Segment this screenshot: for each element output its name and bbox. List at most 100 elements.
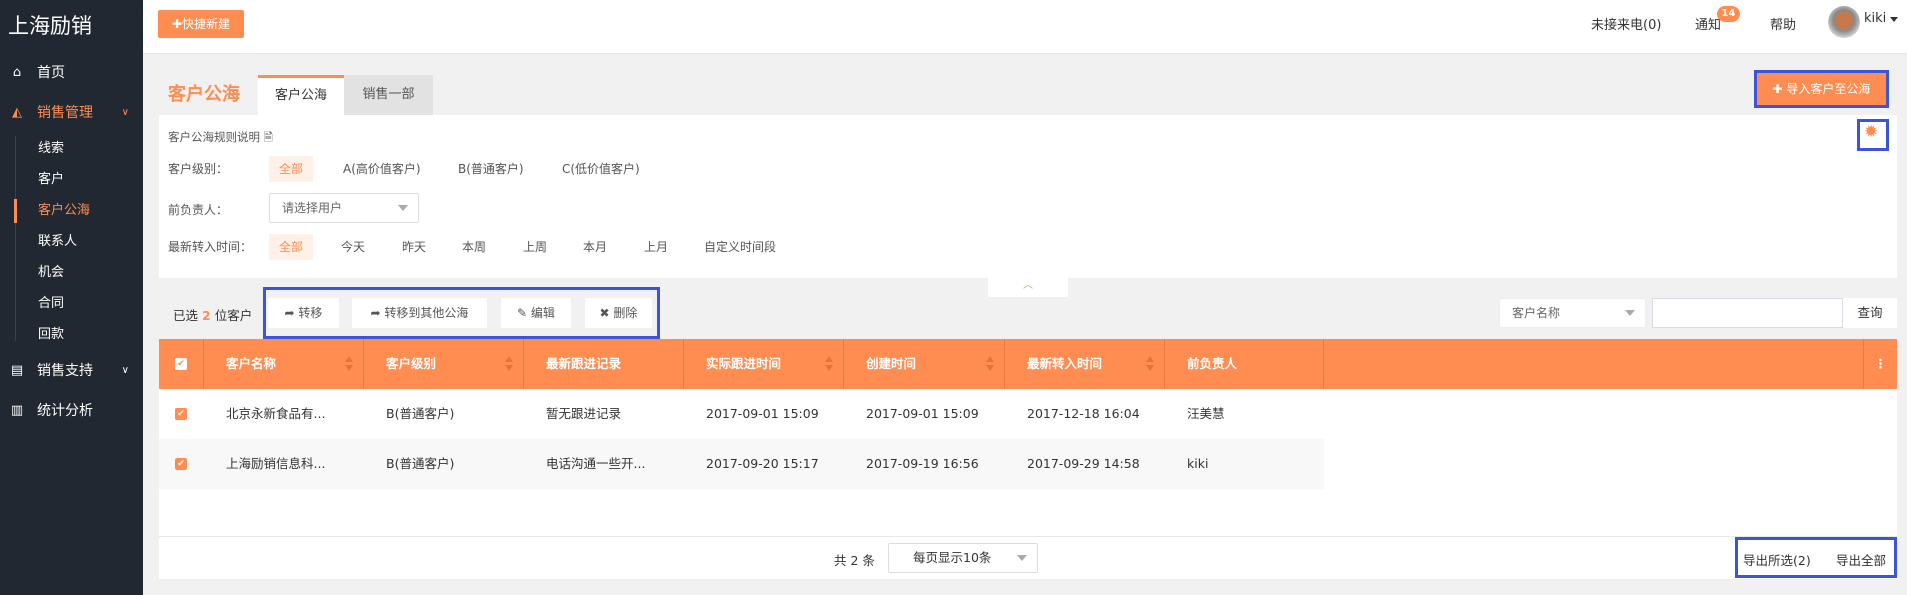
row-checkbox[interactable]: ✔ — [175, 458, 187, 470]
cell-transfer-time: 2017-12-18 16:04 — [1027, 406, 1140, 421]
time-today[interactable]: 今天 — [331, 234, 375, 260]
cell-created: 2017-09-19 16:56 — [866, 456, 979, 471]
sidebar-item-customer-pool[interactable]: 客户公海 — [38, 197, 90, 225]
sidebar-item-sales-mgmt[interactable]: ◭ 销售管理 ∨ — [0, 98, 143, 128]
page-size-select[interactable]: 每页显示10条 — [888, 543, 1038, 573]
share-icon: ➦ — [284, 306, 299, 320]
share-icon: ➦ — [370, 306, 385, 320]
col-created[interactable]: 创建时间 — [844, 339, 1005, 389]
cell-name[interactable]: 上海励销信息科... — [204, 439, 325, 489]
time-custom[interactable]: 自定义时间段 — [694, 234, 786, 260]
col-level[interactable]: 客户级别 — [364, 339, 524, 389]
gear-icon[interactable]: ✹ — [1864, 122, 1878, 142]
transfer-button[interactable]: ➦ 转移 — [268, 298, 339, 328]
cell-followup-time: 2017-09-01 15:09 — [706, 406, 819, 421]
query-button[interactable]: 查询 — [1843, 298, 1897, 328]
edit-button[interactable]: ✎ 编辑 — [501, 298, 571, 328]
caret-down-icon — [398, 205, 408, 211]
logo: 上海励销 — [8, 14, 92, 38]
home-icon: ⌂ — [12, 65, 22, 80]
rule-link[interactable]: 客户公海规则说明 🗎 — [168, 129, 273, 149]
sidebar-item-payments[interactable]: 回款 — [38, 321, 64, 349]
collapse-toggle[interactable]: ︿ — [988, 277, 1068, 297]
table-row[interactable]: ✔ 北京永新食品有... B(普通客户) 暂无跟进记录 2017-09-01 1… — [159, 389, 1324, 439]
bar-chart-icon: ▥ — [10, 403, 24, 418]
row-checkbox[interactable]: ✔ — [175, 408, 187, 420]
cell-level: B(普通客户) — [386, 456, 455, 471]
col-followup-time[interactable]: 实际跟进时间 — [684, 339, 844, 389]
sidebar-item-analytics[interactable]: ▥ 统计分析 — [0, 396, 143, 426]
cell-name[interactable]: 北京永新食品有... — [204, 389, 325, 439]
level-c[interactable]: C(低价值客户) — [552, 156, 650, 182]
cell-followup-time: 2017-09-20 15:17 — [706, 456, 819, 471]
time-last-month[interactable]: 上月 — [634, 234, 678, 260]
select-all-checkbox[interactable]: ✔ — [175, 358, 187, 370]
caret-down-icon — [1625, 310, 1635, 316]
sidebar-item-home[interactable]: ⌂ 首页 — [0, 58, 143, 88]
search-input[interactable] — [1652, 298, 1843, 328]
export-all-link[interactable]: 导出全部 — [1836, 550, 1886, 569]
table-row[interactable]: ✔ 上海励销信息科... B(普通客户) 电话沟通一些开... 2017-09-… — [159, 439, 1324, 489]
col-transfer-time[interactable]: 最新转入时间 — [1005, 339, 1165, 389]
sidebar-item-opportunities[interactable]: 机会 — [38, 259, 64, 287]
divider — [15, 136, 16, 341]
col-filler — [1324, 339, 1864, 389]
level-all[interactable]: 全部 — [269, 156, 314, 182]
active-indicator — [14, 199, 17, 223]
sidebar-item-contracts[interactable]: 合同 — [38, 290, 64, 318]
search-field-select[interactable]: 客户名称 — [1499, 298, 1646, 328]
level-label: 客户级别： — [168, 162, 229, 176]
tab-sales-dept-1[interactable]: 销售一部 — [344, 75, 433, 115]
page-title: 客户公海 — [168, 84, 240, 105]
avatar[interactable] — [1828, 6, 1860, 38]
export-selected-link[interactable]: 导出所选(2) — [1743, 550, 1811, 569]
cell-followup: 暂无跟进记录 — [546, 406, 622, 421]
chevron-up-icon: ︿ — [1023, 280, 1033, 291]
tab-customer-pool[interactable]: 客户公海 — [258, 75, 344, 115]
sidebar-item-customers[interactable]: 客户 — [38, 166, 64, 194]
sort-icon[interactable] — [1146, 356, 1154, 372]
sort-icon[interactable] — [825, 356, 833, 372]
caret-down-icon — [1017, 555, 1027, 561]
plus-icon: ✚ — [1772, 82, 1787, 96]
level-b[interactable]: B(普通客户) — [448, 156, 534, 182]
transfer-other-pool-button[interactable]: ➦ 转移到其他公海 — [352, 298, 487, 328]
user-menu[interactable]: kiki — [1864, 11, 1886, 26]
level-a[interactable]: A(高价值客户) — [333, 156, 431, 182]
sort-icon[interactable] — [345, 356, 353, 372]
delete-button[interactable]: ✖ 删除 — [585, 298, 652, 328]
notification-badge: 14 — [1717, 6, 1740, 22]
area-chart-icon: ◭ — [12, 105, 22, 120]
time-all[interactable]: 全部 — [269, 234, 314, 260]
time-this-week[interactable]: 本周 — [452, 234, 496, 260]
time-this-month[interactable]: 本月 — [573, 234, 617, 260]
sort-icon[interactable] — [505, 356, 513, 372]
col-prev-owner: 前负责人 — [1165, 339, 1324, 389]
col-name[interactable]: 客户名称 — [204, 339, 364, 389]
quick-new-button[interactable]: ✚快捷新建 — [158, 10, 244, 38]
sidebar-item-leads[interactable]: 线索 — [38, 135, 64, 163]
sidebar-item-contacts[interactable]: 联系人 — [38, 228, 77, 256]
edit-icon: ✎ — [517, 306, 531, 320]
close-icon: ✖ — [599, 306, 614, 320]
missed-calls-link[interactable]: 未接来电(0) — [1591, 14, 1661, 33]
divider — [159, 536, 1897, 537]
cell-prev-owner: 汪美慧 — [1187, 406, 1225, 421]
sidebar: 上海励销 ⌂ 首页 ◭ 销售管理 ∨ 线索 客户 客户公海 联系人 机会 合同 回款 … — [0, 0, 143, 595]
sort-icon[interactable] — [986, 356, 994, 372]
select-all-header[interactable]: ✔ — [159, 339, 204, 389]
column-menu-icon[interactable]: ⋮ — [1864, 339, 1897, 389]
cell-prev-owner: kiki — [1187, 456, 1209, 471]
sidebar-item-sales-support[interactable]: ▤ 销售支持 ∨ — [0, 356, 143, 386]
chevron-down-icon: ∨ — [121, 365, 129, 376]
selected-count: 已选 2 位客户 — [173, 308, 253, 323]
time-last-week[interactable]: 上周 — [513, 234, 557, 260]
owner-label: 前负责人： — [168, 203, 229, 217]
caret-down-icon — [1890, 17, 1898, 22]
help-link[interactable]: 帮助 — [1770, 14, 1796, 33]
chevron-down-icon: ∨ — [121, 107, 129, 118]
owner-select[interactable]: 请选择用户 — [269, 193, 419, 223]
time-yesterday[interactable]: 昨天 — [392, 234, 436, 260]
import-to-pool-button[interactable]: ✚ 导入客户至公海 — [1757, 73, 1886, 105]
total-count: 共 2 条 — [834, 553, 875, 568]
